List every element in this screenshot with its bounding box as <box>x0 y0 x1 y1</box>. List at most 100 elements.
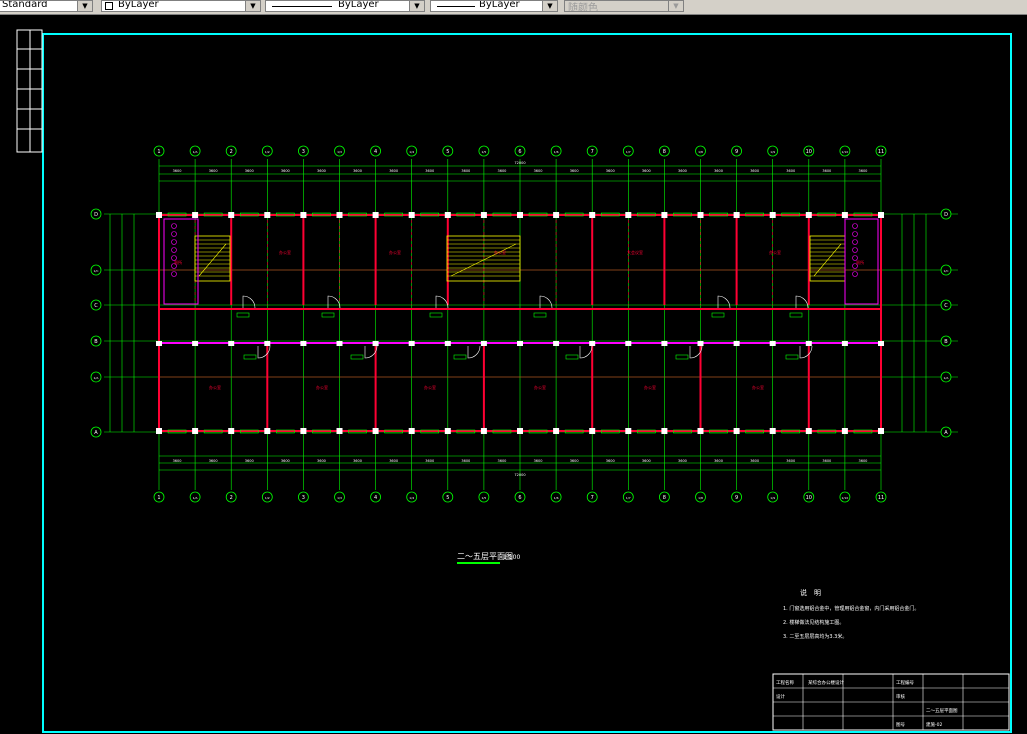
column <box>192 212 199 218</box>
chevron-down-icon[interactable]: ▼ <box>77 1 92 11</box>
drawing-canvas[interactable]: 3600 3600 3600 3600 3600 3600 3600 3600 3600 3600… <box>0 14 1027 734</box>
door-swing <box>795 295 809 309</box>
column <box>878 428 884 434</box>
axis-bubble-label: 1/5 <box>481 150 486 154</box>
door-swing <box>539 295 553 309</box>
row-bubble-label: D <box>94 212 98 218</box>
axis-bubble-label: 1/5 <box>481 496 486 500</box>
row-bubble-label: B <box>944 339 948 345</box>
lineweight-dropdown[interactable]: ByLayer ▼ <box>430 0 558 12</box>
axis-bubble-label: 1/9 <box>770 150 775 154</box>
layer-color-value: ByLayer <box>118 0 159 10</box>
column <box>553 212 560 218</box>
axis-bubble-label: 8 <box>663 149 666 155</box>
fixture <box>852 231 858 237</box>
note-item: 2. 楼梯做法见结构施工图。 <box>783 619 844 626</box>
axis-bubble-label: 1/3 <box>337 496 342 500</box>
column <box>697 341 704 346</box>
room-label: 大会议室 <box>627 249 643 255</box>
bay-dimension: 3600 <box>425 459 434 463</box>
column <box>553 428 560 434</box>
column <box>228 341 235 346</box>
column <box>553 341 560 346</box>
column <box>156 428 162 434</box>
title-block-cell: 二～五层平面图 <box>926 708 958 714</box>
column <box>480 428 487 434</box>
row-bubble-label: 1/C <box>93 269 98 273</box>
note-item: 1. 门窗选用铝合金中，管理用铝合金窗，内门采用铝合金门。 <box>783 605 919 612</box>
column <box>625 212 632 218</box>
bay-dimension: 3600 <box>858 459 867 463</box>
column <box>480 212 487 218</box>
axis-bubble-label: 1/4 <box>409 150 414 154</box>
door-swing <box>242 295 256 309</box>
bay-dimension: 3600 <box>497 169 506 173</box>
axis-bubble-label: 7 <box>591 495 594 501</box>
bay-dimension: 3600 <box>389 459 398 463</box>
fixture <box>852 247 858 253</box>
column <box>661 428 668 434</box>
title-block: 工程名称 某综合办公楼设计 工程编号设计 审核二～五层平面图图号 建施-02 <box>772 673 1010 731</box>
axis-bubble-label: 7 <box>591 149 594 155</box>
axis-bubble-label: 1/6 <box>554 150 559 154</box>
column <box>228 212 235 218</box>
door-swing <box>717 295 731 309</box>
axis-bubble-label: 1/8 <box>698 496 703 500</box>
bay-dimension: 3600 <box>461 169 470 173</box>
axis-bubble-label: 1 <box>157 495 160 501</box>
row-bubble-label: D <box>944 212 948 218</box>
bay-dimension: 3600 <box>750 169 759 173</box>
column <box>878 341 884 346</box>
column <box>769 428 776 434</box>
lineweight-value: ByLayer <box>479 0 520 10</box>
column <box>480 341 487 346</box>
door-swing <box>467 345 481 359</box>
room-label: 办公室 <box>316 384 328 390</box>
bay-dimension: 3600 <box>209 459 218 463</box>
axis-bubble-label: 11 <box>878 495 884 501</box>
bay-dimension: 3600 <box>534 169 543 173</box>
bay-dimension: 3600 <box>461 459 470 463</box>
chevron-down-icon[interactable]: ▼ <box>409 1 424 11</box>
text-style-dropdown[interactable]: Standard ▼ <box>0 0 93 12</box>
bay-dimension: 3600 <box>642 169 651 173</box>
column <box>661 341 668 346</box>
properties-toolbar: Standard ▼ ByLayer ▼ ByLayer ▼ ByLayer ▼… <box>0 0 1027 15</box>
column <box>264 341 271 346</box>
room-label: 办公室 <box>424 384 436 390</box>
layer-color-dropdown[interactable]: ByLayer ▼ <box>101 0 261 12</box>
stair <box>446 235 521 282</box>
column <box>733 212 740 218</box>
bay-dimension: 3600 <box>678 169 687 173</box>
room-label: 办公室 <box>534 384 546 390</box>
bay-dimension: 3600 <box>425 169 434 173</box>
column <box>769 341 776 346</box>
column <box>408 212 415 218</box>
linetype-dropdown[interactable]: ByLayer ▼ <box>265 0 425 12</box>
chevron-down-icon[interactable]: ▼ <box>542 1 557 11</box>
axis-bubble-label: 1/2 <box>265 150 270 154</box>
door-swing <box>799 345 813 359</box>
room-label: 厕所 <box>856 259 864 265</box>
chevron-down-icon[interactable]: ▼ <box>245 1 260 11</box>
fixture <box>171 239 177 245</box>
fixture <box>852 239 858 245</box>
room-label: 办公室 <box>279 249 291 255</box>
column <box>408 341 415 346</box>
column <box>769 212 776 218</box>
bay-dimension: 3600 <box>570 169 579 173</box>
bay-dimension: 3600 <box>714 459 723 463</box>
lineweight-preview-icon <box>437 6 475 7</box>
floor-plan: 3600 3600 3600 3600 3600 3600 3600 3600 3600 3600… <box>90 145 958 503</box>
column <box>156 341 162 346</box>
axis-bubble-label: 10 <box>806 149 812 155</box>
bay-dimension: 3600 <box>173 459 182 463</box>
column <box>661 212 668 218</box>
bay-dimension: 3600 <box>678 459 687 463</box>
bay-dimension: 3600 <box>209 169 218 173</box>
axis-bubble-label: 5 <box>446 149 449 155</box>
column <box>336 428 343 434</box>
column <box>372 341 379 346</box>
column <box>841 341 848 346</box>
column <box>517 212 523 218</box>
